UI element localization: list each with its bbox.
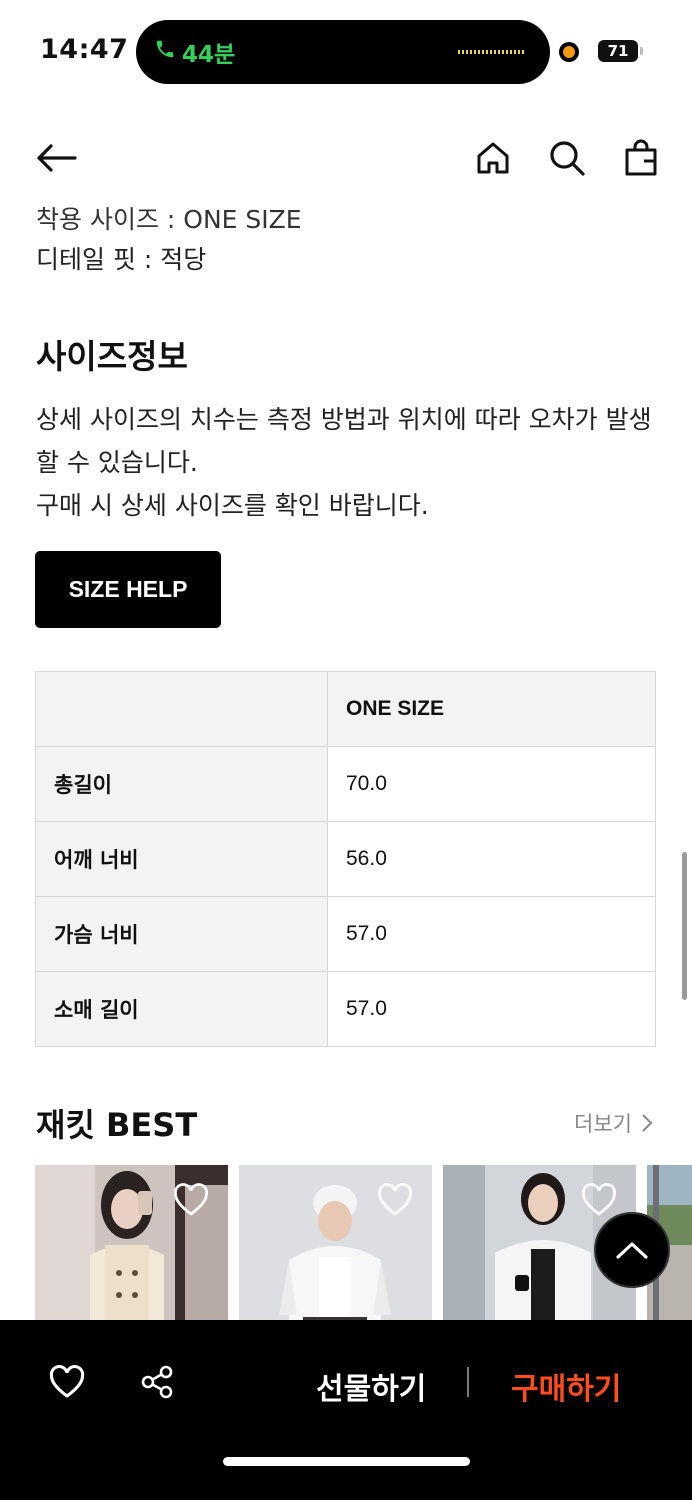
table-row-label: 어깨 너비 (35, 821, 328, 897)
table-row: 가슴 너비 57.0 (35, 896, 656, 972)
heart-icon[interactable] (172, 1183, 210, 1217)
scroll-to-top-button[interactable] (594, 1212, 670, 1288)
wishlist-button[interactable] (45, 1360, 89, 1404)
audio-waveform-icon (458, 50, 526, 54)
size-info-title: 사이즈정보 (36, 337, 188, 376)
best-section-title: 재킷 BEST (36, 1106, 198, 1144)
phone-icon (154, 37, 176, 67)
divider (467, 1367, 469, 1397)
share-button[interactable] (135, 1360, 179, 1404)
home-button[interactable] (471, 136, 515, 180)
detail-fit-line: 디테일 핏 : 적당 (36, 245, 207, 274)
call-duration: 44분 (182, 42, 236, 68)
scrollbar[interactable] (682, 852, 687, 1000)
status-bar: 14:47 44분 71 (0, 0, 692, 100)
arrow-left-icon (37, 144, 77, 172)
table-row: 소매 길이 57.0 (35, 971, 656, 1047)
gift-button[interactable]: 선물하기 (316, 1364, 426, 1408)
fit-size-line: 착용 사이즈 : ONE SIZE (36, 205, 302, 234)
bag-button[interactable] (619, 136, 663, 180)
size-help-button[interactable]: SIZE HELP (35, 551, 221, 628)
size-info-desc-line-2: 구매 시 상세 사이즈를 확인 바랍니다. (36, 491, 429, 520)
heart-icon[interactable] (376, 1183, 414, 1217)
table-row-label: 총길이 (35, 746, 328, 822)
search-icon (550, 141, 585, 176)
size-table: ONE SIZE 총길이 70.0 어깨 너비 56.0 가슴 너비 57.0 … (35, 671, 656, 1047)
shopping-bag-icon (625, 139, 657, 176)
table-cell-value: 57.0 (327, 896, 656, 972)
call-indicator: 44분 (154, 36, 235, 68)
battery-level: 71 (598, 40, 638, 62)
more-link[interactable]: 더보기 (574, 1108, 652, 1138)
table-corner-cell (35, 671, 328, 747)
product-card[interactable] (239, 1165, 432, 1325)
size-info-description: 상세 사이즈의 치수는 측정 방법과 위치에 따라 오차가 발생할 수 있습니다… (36, 398, 666, 527)
product-card[interactable] (35, 1165, 228, 1325)
heart-icon[interactable] (580, 1183, 618, 1217)
chevron-right-icon (642, 1114, 652, 1132)
size-info-desc-line-1: 상세 사이즈의 치수는 측정 방법과 위치에 따라 오차가 발생할 수 있습니다… (36, 405, 652, 477)
more-link-label: 더보기 (574, 1112, 632, 1136)
top-nav (0, 120, 692, 196)
clock: 14:47 (40, 34, 129, 65)
back-button[interactable] (34, 136, 78, 180)
table-row-label: 가슴 너비 (35, 896, 328, 972)
table-row: 어깨 너비 56.0 (35, 821, 656, 897)
chevron-up-icon (616, 1242, 648, 1259)
table-column-header: ONE SIZE (327, 671, 656, 747)
share-icon (141, 1365, 173, 1399)
home-icon (477, 142, 509, 174)
battery-tip-icon (640, 47, 643, 55)
search-button[interactable] (545, 136, 589, 180)
table-cell-value: 70.0 (327, 746, 656, 822)
home-indicator[interactable] (223, 1457, 470, 1466)
recording-dot-icon (560, 43, 578, 61)
buy-button[interactable]: 구매하기 (511, 1364, 621, 1408)
table-cell-value: 56.0 (327, 821, 656, 897)
table-cell-value: 57.0 (327, 971, 656, 1047)
table-row-label: 소매 길이 (35, 971, 328, 1047)
heart-icon (49, 1365, 85, 1398)
dynamic-island[interactable]: 44분 (136, 20, 550, 84)
table-header-row: ONE SIZE (35, 671, 656, 747)
table-row: 총길이 70.0 (35, 746, 656, 822)
bottom-action-bar: 선물하기 구매하기 (0, 1320, 692, 1500)
